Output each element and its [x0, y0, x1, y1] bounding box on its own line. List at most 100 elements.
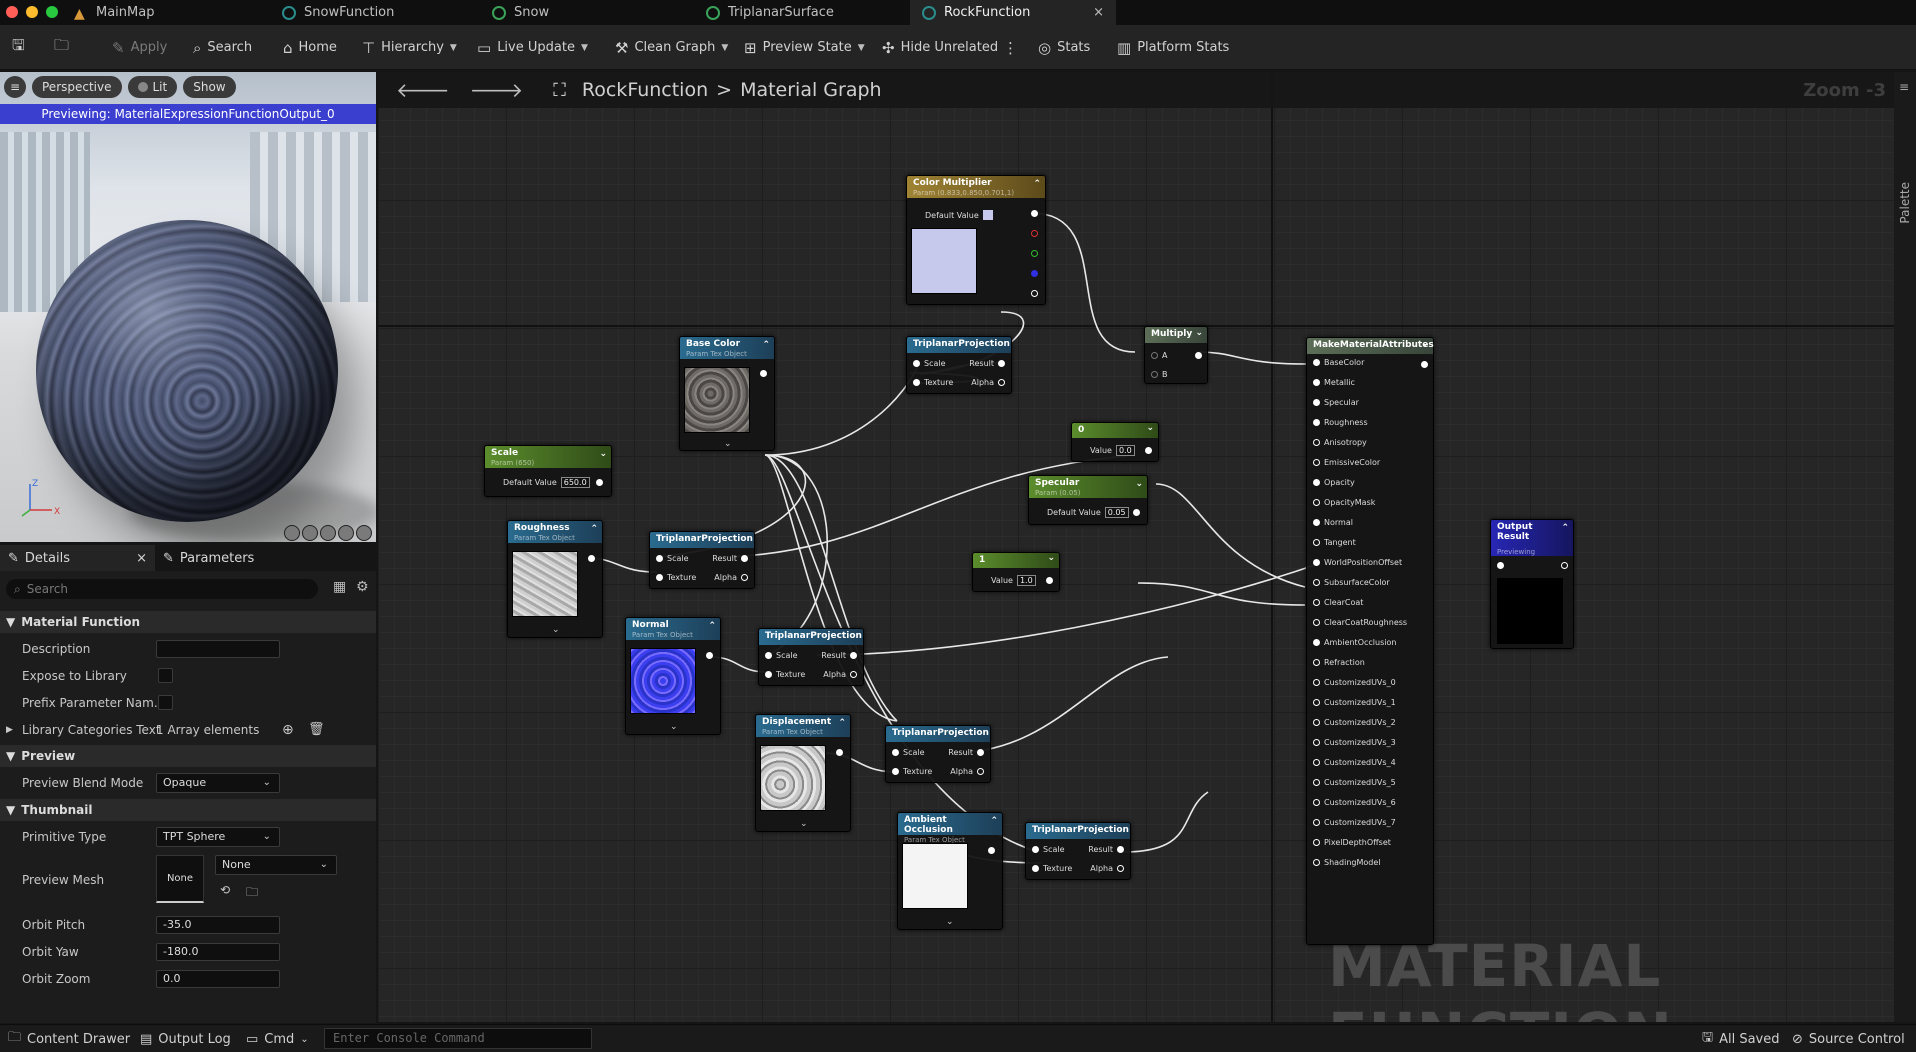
node-triplanar-base-color[interactable]: TriplanarProjection Scale Texture Result… [906, 336, 1012, 394]
expand-chevron-icon[interactable]: ⌄ [552, 625, 560, 635]
material-attribute-input-pin[interactable]: AmbientOcclusion [1313, 638, 1396, 647]
expand-chevron-icon[interactable]: ⌄ [724, 439, 732, 449]
minimize-window-button[interactable] [26, 6, 38, 18]
material-attribute-input-pin[interactable]: Opacity [1313, 478, 1355, 487]
material-attribute-input-pin[interactable]: PixelDepthOffset [1313, 838, 1391, 847]
material-attribute-input-pin[interactable]: SubsurfaceColor [1313, 578, 1390, 587]
settings-gear-icon[interactable]: ⚙ [356, 579, 369, 595]
breadcrumb-graph[interactable]: Material Graph [740, 79, 882, 101]
material-attribute-input-pin[interactable]: CustomizedUVs_5 [1313, 778, 1396, 787]
texture-input-pin[interactable]: Texture [892, 767, 932, 776]
material-graph-canvas[interactable]: 🡐 🡒 ⛶ RockFunction > Material Graph Zoom… [378, 72, 1916, 1022]
scale-input-pin[interactable]: Scale [656, 554, 689, 563]
scale-input-pin[interactable]: Scale [892, 748, 925, 757]
live-update-button[interactable]: ▭ Live Update ▼ [477, 25, 588, 70]
node-triplanar-displacement[interactable]: TriplanarProjection Scale Texture Result… [885, 725, 991, 783]
node-constant-0[interactable]: 0 ⌄ Value 0.0 [1071, 422, 1159, 462]
output-pin[interactable] [1561, 562, 1568, 569]
preview-state-button[interactable]: ⊞ Preview State ▼ [744, 25, 865, 70]
output-pin[interactable] [1145, 447, 1152, 454]
material-attribute-input-pin[interactable]: CustomizedUVs_6 [1313, 798, 1396, 807]
section-preview[interactable]: ▼ Preview [0, 745, 376, 767]
output-pin[interactable] [988, 847, 995, 854]
output-pin[interactable] [596, 479, 603, 486]
preview-blend-mode-select[interactable]: Opaque ⌄ [156, 772, 280, 793]
all-saved-button[interactable]: 🖫 All Saved [1702, 1025, 1780, 1052]
collapse-icon[interactable]: ⌃ [990, 816, 998, 826]
node-triplanar-ambient-occlusion[interactable]: TriplanarProjection Scale Texture Result… [1025, 822, 1131, 880]
texture-input-pin[interactable]: Texture [656, 573, 696, 582]
collapse-icon[interactable]: ⌃ [708, 621, 716, 631]
scale-value-field[interactable]: 650.0 [560, 477, 590, 488]
output-pin-r[interactable] [1031, 230, 1038, 237]
apply-button[interactable]: ✎ Apply [112, 25, 167, 70]
output-pin[interactable] [760, 370, 767, 377]
section-thumbnail[interactable]: ▼ Thumbnail [0, 799, 376, 821]
specular-value-field[interactable]: 0.05 [1104, 507, 1129, 518]
node-color-multiplier[interactable]: Color Multiplier Param (0.833,0.850,0.70… [906, 175, 1046, 305]
material-attribute-input-pin[interactable]: WorldPositionOffset [1313, 558, 1402, 567]
node-constant-1[interactable]: 1 ⌄ Value 1.0 [972, 552, 1060, 592]
tab-parameters[interactable]: ✎ Parameters [155, 545, 262, 571]
material-attribute-input-pin[interactable]: ClearCoatRoughness [1313, 618, 1407, 627]
browse-button[interactable]: 🗀 [54, 25, 69, 70]
primitive-type-select[interactable]: TPT Sphere ⌄ [156, 826, 280, 847]
node-make-material-attributes[interactable]: MakeMaterialAttributes ⌄ BaseColor Metall… [1306, 337, 1434, 945]
chevron-right-icon[interactable]: ▶ [6, 725, 13, 735]
tab-details[interactable]: ✎ Details × [0, 545, 155, 571]
expose-to-library-checkbox[interactable] [158, 668, 173, 683]
b-input-pin[interactable]: B [1151, 370, 1168, 379]
perspective-button[interactable]: Perspective [32, 76, 122, 98]
hide-unrelated-button[interactable]: ✣ Hide Unrelated [882, 25, 998, 70]
material-attribute-input-pin[interactable]: EmissiveColor [1313, 458, 1380, 467]
source-control-button[interactable]: ⊘ Source Control [1792, 1025, 1905, 1052]
expand-chevron-icon[interactable]: ⌄ [946, 917, 954, 927]
use-selected-icon[interactable]: ⟲ [220, 883, 230, 897]
tab-snowfunction[interactable]: SnowFunction [270, 0, 488, 25]
browse-asset-icon[interactable]: 🗀 [246, 883, 258, 904]
close-tab-button[interactable]: × [1093, 5, 1104, 20]
back-arrow-icon[interactable]: 🡐 [396, 78, 450, 102]
tab-snow[interactable]: Snow [480, 0, 698, 25]
cylinder-icon[interactable] [284, 525, 300, 541]
material-attribute-input-pin[interactable]: BaseColor [1313, 358, 1364, 367]
input-pin[interactable] [1497, 562, 1504, 569]
material-attribute-input-pin[interactable]: CustomizedUVs_7 [1313, 818, 1396, 827]
search-button[interactable]: ⌕ Search [193, 25, 252, 70]
node-normal[interactable]: Normal Param Tex Object ⌃ ⌄ [625, 617, 721, 735]
material-attribute-input-pin[interactable]: Refraction [1313, 658, 1365, 667]
collapse-icon[interactable]: ⌄ [1195, 328, 1203, 338]
clean-graph-button[interactable]: ⚒ Clean Graph ▼ [615, 25, 728, 70]
maximize-window-button[interactable] [46, 6, 58, 18]
breadcrumb-asset[interactable]: RockFunction [582, 79, 708, 101]
a-input-pin[interactable]: A [1151, 351, 1167, 360]
table-view-icon[interactable]: ▦ [333, 579, 346, 595]
result-output-pin[interactable]: Result [712, 554, 748, 563]
result-output-pin[interactable]: Result [821, 651, 857, 660]
material-attribute-input-pin[interactable]: ClearCoat [1313, 598, 1363, 607]
tab-triplanarsurface[interactable]: TriplanarSurface [694, 0, 912, 25]
constant-1-value-field[interactable]: 1.0 [1016, 575, 1036, 586]
collapse-icon[interactable]: ⌃ [762, 340, 770, 350]
tab-mainmap[interactable]: ▲ MainMap [62, 0, 267, 25]
alpha-output-pin[interactable]: Alpha [714, 573, 748, 582]
texture-input-pin[interactable]: Texture [913, 378, 953, 387]
scale-input-pin[interactable]: Scale [765, 651, 798, 660]
close-details-tab-button[interactable]: × [136, 551, 147, 566]
node-roughness[interactable]: Roughness Param Tex Object ⌃ ⌄ [507, 520, 603, 638]
forward-arrow-icon[interactable]: 🡒 [470, 78, 524, 102]
material-attribute-input-pin[interactable]: Normal [1313, 518, 1353, 527]
color-swatch[interactable] [911, 228, 977, 294]
output-pin-b[interactable] [1031, 270, 1038, 277]
node-triplanar-normal[interactable]: TriplanarProjection Scale Texture Result… [758, 628, 864, 686]
preview-mesh-select[interactable]: None ⌄ [215, 855, 337, 875]
add-element-icon[interactable]: ⊕ [282, 722, 294, 738]
collapse-icon[interactable]: ⌄ [1421, 339, 1429, 349]
material-attribute-input-pin[interactable]: CustomizedUVs_1 [1313, 698, 1396, 707]
palette-tab[interactable]: ≡ Palette [1894, 72, 1916, 1022]
console-command-input[interactable]: Enter Console Command [324, 1028, 592, 1049]
cmd-button[interactable]: ▭ Cmd ⌄ [246, 1025, 309, 1052]
color-swatch-small[interactable] [982, 210, 993, 220]
content-drawer-button[interactable]: 🗀 Content Drawer [8, 1025, 130, 1052]
alpha-output-pin[interactable]: Alpha [971, 378, 1005, 387]
